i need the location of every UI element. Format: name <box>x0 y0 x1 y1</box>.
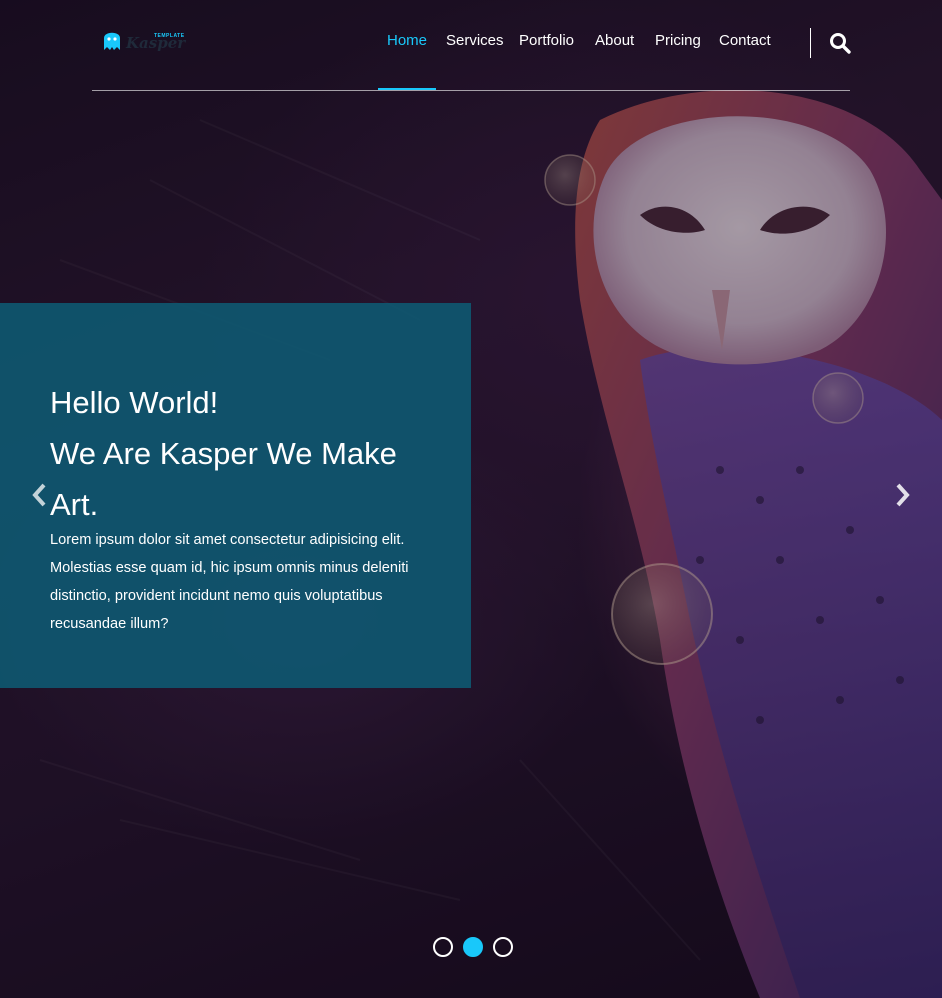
search-button[interactable] <box>828 31 852 55</box>
nav-item-services[interactable]: Services <box>446 32 504 49</box>
nav-divider <box>810 28 811 58</box>
nav-item-pricing[interactable]: Pricing <box>655 32 701 49</box>
nav-item-portfolio[interactable]: Portfolio <box>519 32 574 49</box>
nav-item-about[interactable]: About <box>595 32 634 49</box>
hero-section: Kasper TEMPLATE Home Services Portfolio … <box>0 0 942 998</box>
slider-pagination <box>432 937 516 959</box>
search-icon <box>830 33 851 54</box>
slider-dot-1[interactable] <box>433 937 453 957</box>
slider-dot-3[interactable] <box>493 937 513 957</box>
slider-next-button[interactable] <box>892 480 912 510</box>
header-divider-line <box>92 90 850 91</box>
headline-line-2: We Are Kasper We Make <box>50 435 397 471</box>
hero-headline: Hello World! We Are Kasper We Make Art. <box>50 377 450 530</box>
chevron-right-icon <box>896 483 910 507</box>
chevron-left-icon <box>32 483 46 507</box>
main-navigation: Home Services Portfolio About Pricing Co… <box>0 32 942 54</box>
headline-line-1: Hello World! <box>50 384 219 420</box>
nav-item-contact[interactable]: Contact <box>719 32 771 49</box>
headline-line-3: Art. <box>50 486 99 522</box>
slider-prev-button[interactable] <box>30 480 50 510</box>
slider-dot-2[interactable] <box>463 937 483 957</box>
hero-paragraph: Lorem ipsum dolor sit amet consectetur a… <box>50 532 409 632</box>
nav-item-home[interactable]: Home <box>387 32 427 49</box>
